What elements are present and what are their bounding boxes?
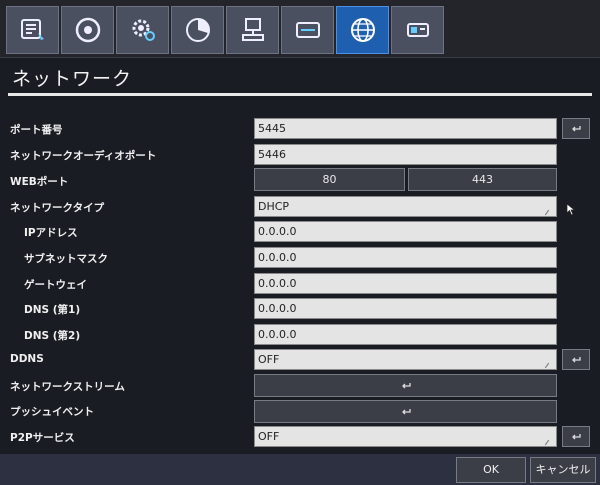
p2p-enter-button[interactable] <box>562 426 590 447</box>
ip-label: IPアドレス <box>24 227 78 239</box>
push-event-label: プッシュイベント <box>10 406 94 418</box>
web-port-http-field[interactable]: 80 <box>254 168 405 191</box>
dns1-field[interactable]: 0.0.0.0 <box>254 298 557 319</box>
tab-storage[interactable] <box>391 6 444 54</box>
audio-port-field[interactable]: 5446 <box>254 144 557 165</box>
network-type-select[interactable]: DHCP <box>254 196 557 217</box>
port-field[interactable]: 5445 <box>254 118 557 139</box>
tab-network[interactable] <box>336 6 389 54</box>
tab-display[interactable] <box>281 6 334 54</box>
port-enter-button[interactable] <box>562 118 590 139</box>
enter-icon <box>572 125 581 131</box>
record-disc-icon <box>75 17 100 43</box>
port-label: ポート番号 <box>10 124 63 136</box>
enter-icon <box>572 433 581 439</box>
network-computer-icon <box>241 18 264 41</box>
settings-gear-icon <box>132 19 155 41</box>
enter-icon <box>572 356 581 362</box>
title-divider <box>8 93 592 96</box>
push-event-button[interactable] <box>254 400 557 423</box>
ok-button[interactable]: OK <box>456 457 526 483</box>
pie-chart-icon <box>185 18 210 42</box>
display-icon <box>295 22 320 38</box>
tab-record[interactable] <box>61 6 114 54</box>
ddns-enter-button[interactable] <box>562 349 590 370</box>
ddns-select[interactable]: OFF <box>254 349 557 370</box>
network-type-label: ネットワークタイプ <box>10 202 105 214</box>
page-header: ネットワーク <box>8 60 592 96</box>
ddns-label: DDNS <box>10 353 44 365</box>
subnet-label: サブネットマスク <box>24 253 108 265</box>
enter-icon <box>401 382 411 388</box>
ip-field[interactable]: 0.0.0.0 <box>254 221 557 242</box>
web-port-https-field[interactable]: 443 <box>408 168 557 191</box>
tab-system-info[interactable] <box>6 6 59 54</box>
dns2-label: DNS (第2) <box>24 330 81 342</box>
audio-port-label: ネットワークオーディオポート <box>10 150 157 162</box>
gateway-field[interactable]: 0.0.0.0 <box>254 273 557 294</box>
subnet-field[interactable]: 0.0.0.0 <box>254 247 557 268</box>
stream-settings-button[interactable] <box>254 374 557 397</box>
tab-statistics[interactable] <box>171 6 224 54</box>
gateway-label: ゲートウェイ <box>24 279 87 291</box>
enter-icon <box>401 408 411 414</box>
dns1-label: DNS (第1) <box>24 304 81 316</box>
stream-label: ネットワークストリーム <box>10 381 125 393</box>
storage-device-icon <box>406 23 429 37</box>
dns2-field[interactable]: 0.0.0.0 <box>254 324 557 345</box>
menu-tab-bar <box>0 0 600 58</box>
web-port-label: WEBポート <box>10 176 69 188</box>
tab-network-device[interactable] <box>226 6 279 54</box>
p2p-label: P2Pサービス <box>10 432 75 444</box>
cancel-button[interactable]: キャンセル <box>530 457 596 483</box>
p2p-select[interactable]: OFF <box>254 426 557 447</box>
tab-settings[interactable] <box>116 6 169 54</box>
mouse-cursor-icon <box>566 203 576 216</box>
system-info-icon <box>20 19 44 40</box>
globe-icon <box>350 18 375 42</box>
page-title: ネットワーク <box>12 68 133 90</box>
